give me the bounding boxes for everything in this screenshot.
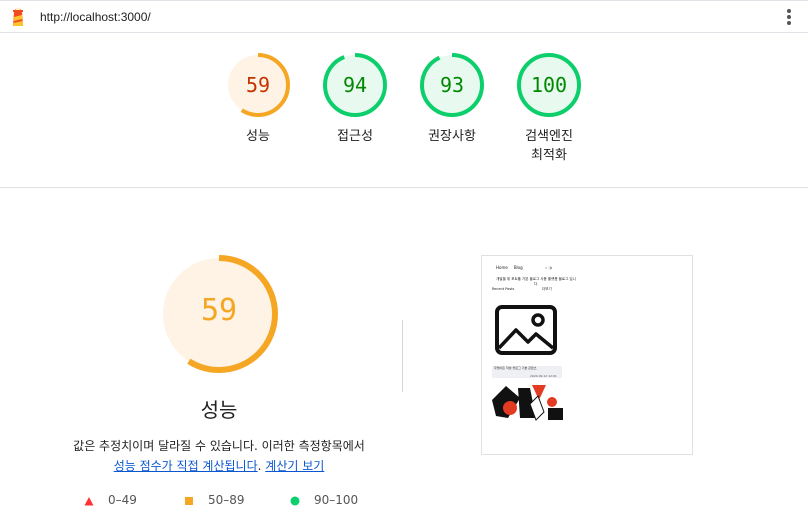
legend-pass-range: 90–100	[314, 493, 359, 507]
thumb-post-title: 무엇이든 작성 블로그 기본 콘텐츠	[494, 366, 537, 370]
image-placeholder-icon	[495, 305, 557, 355]
circle-icon	[290, 496, 300, 505]
thumb-search-icon: ⌕ ◑	[545, 265, 553, 270]
thumb-post-image	[492, 385, 563, 421]
gauge-performance[interactable]: 59 성능	[213, 51, 303, 146]
thumb-more-label: 더보기	[542, 287, 552, 291]
gauge-seo[interactable]: 100 검색엔진 최적화	[504, 51, 594, 165]
gauge-accessibility-score: 94	[342, 73, 368, 97]
gauge-performance-label: 성능	[246, 129, 270, 144]
thumb-nav-blog: Blog	[513, 265, 523, 270]
report-url[interactable]: http://localhost:3000/	[40, 10, 151, 24]
performance-title: 성능	[200, 398, 238, 422]
triangle-icon	[84, 496, 94, 505]
lighthouse-icon	[13, 7, 23, 26]
gauge-performance-score: 59	[245, 73, 271, 97]
gauge-best-practices[interactable]: 93 권장사항	[407, 51, 497, 146]
report-topbar: http://localhost:3000/	[0, 0, 808, 33]
vertical-divider	[402, 320, 403, 392]
calculator-link[interactable]: 계산기 보기	[265, 459, 324, 473]
final-screenshot-thumbnail[interactable]: Home Blog ⌕ ◑ 개발을 위 포트폴 기본 블로그 사용 플랫폼 블로그…	[481, 255, 693, 455]
square-icon	[185, 496, 193, 505]
legend-fail-range: 0–49	[108, 493, 137, 507]
performance-big-score: 59	[200, 293, 238, 328]
gauge-accessibility[interactable]: 94 접근성	[310, 51, 400, 146]
thumb-heading: 개발을 위 포트폴 기본 블로그 사용 플랫폼 블로그 입니다.	[496, 277, 576, 286]
category-gauges: 59 성능 94 접근성 93 권장사항 100 검색엔진 최적화	[0, 33, 808, 188]
gauge-best-practices-score: 93	[439, 73, 465, 97]
performance-description: 값은 추정치이며 달라질 수 있습니다. 이러한 측정항목에서 성능 점수가 직…	[40, 436, 398, 476]
thumb-nav: Home Blog	[496, 265, 529, 270]
gauge-accessibility-label: 접근성	[337, 129, 373, 144]
legend-average-range: 50–89	[208, 493, 245, 507]
kebab-menu-icon[interactable]	[786, 8, 792, 26]
thumb-recent-label: Recent Posts	[492, 287, 515, 291]
gauge-seo-score: 100	[530, 73, 568, 97]
legend-fail: 0–49	[84, 493, 137, 507]
description-text: 값은 추정치이며 달라질 수 있습니다. 이러한 측정항목에서	[73, 439, 365, 453]
legend-pass: 90–100	[290, 493, 358, 507]
thumb-nav-home: Home	[496, 265, 508, 270]
gauge-best-practices-label: 권장사항	[428, 129, 476, 144]
thumb-post-date: 2024.09.12 12:01	[530, 374, 557, 378]
gauge-seo-label: 검색엔진 최적화	[525, 129, 573, 163]
legend-average: 50–89	[184, 493, 245, 507]
score-calculation-link[interactable]: 성능 점수가 직접 계산됩니다	[114, 459, 258, 473]
